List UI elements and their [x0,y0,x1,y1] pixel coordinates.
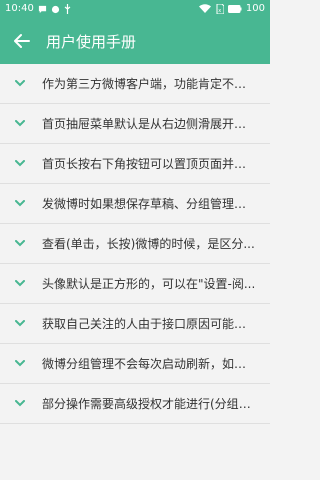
page-title: 用户使用手册 [46,32,137,51]
faq-item[interactable]: 首页长按右下角按钮可以置顶页面并且... [0,144,270,184]
faq-item-label: 部分操作需要高级授权才能进行(分组管... [42,397,256,411]
chevron-down-icon [14,198,26,210]
chevron-down-icon [14,238,26,250]
status-left: 10:40 [5,0,71,18]
status-right: x 100 [198,0,265,18]
status-bar: 10:40 x 100 [0,0,270,18]
faq-item-label: 作为第三方微博客户端，功能肯定不会... [42,77,256,91]
faq-item[interactable]: 作为第三方微博客户端，功能肯定不会... [0,64,270,104]
faq-item[interactable]: 微博分组管理不会每次启动刷新，如果... [0,344,270,384]
faq-item[interactable]: 查看(单击，长按)微博的时候，是区分... [0,224,270,264]
back-arrow-icon [14,34,30,48]
faq-item-label: 首页长按右下角按钮可以置顶页面并且... [42,157,256,171]
faq-item[interactable]: 获取自己关注的人由于接口原因可能显... [0,304,270,344]
svg-text:x: x [218,8,221,14]
chat-bubble-icon [38,5,47,14]
battery-level: 100 [245,3,265,14]
circle-icon [51,5,60,14]
back-button[interactable] [10,29,34,53]
battery-icon [227,5,242,13]
chevron-down-icon [14,398,26,410]
faq-item-label: 头像默认是正方形的，可以在"设置-阅... [42,277,256,291]
faq-item-label: 微博分组管理不会每次启动刷新，如果... [42,357,256,371]
faq-item-label: 发微博时如果想保存草稿、分组管理长... [42,197,256,211]
faq-item[interactable]: 头像默认是正方形的，可以在"设置-阅... [0,264,270,304]
chevron-down-icon [14,78,26,90]
app-toolbar: 用户使用手册 [0,18,270,64]
faq-item-label: 首页抽屉菜单默认是从右边侧滑展开，... [42,117,256,131]
chevron-down-icon [14,118,26,130]
wifi-icon [198,4,211,14]
usb-icon [64,4,71,14]
faq-list: 作为第三方微博客户端，功能肯定不会... 首页抽屉菜单默认是从右边侧滑展开，..… [0,64,270,424]
sim-icon: x [215,4,224,14]
app-root: 10:40 x 100 用户使用手册 作为第三方微博客户端，功能肯定不会... … [0,0,270,480]
faq-item-label: 获取自己关注的人由于接口原因可能显... [42,317,256,331]
status-time: 10:40 [5,3,34,14]
faq-item[interactable]: 部分操作需要高级授权才能进行(分组管... [0,384,270,424]
chevron-down-icon [14,358,26,370]
faq-item[interactable]: 首页抽屉菜单默认是从右边侧滑展开，... [0,104,270,144]
faq-item-label: 查看(单击，长按)微博的时候，是区分... [42,237,255,251]
faq-item[interactable]: 发微博时如果想保存草稿、分组管理长... [0,184,270,224]
chevron-down-icon [14,278,26,290]
chevron-down-icon [14,318,26,330]
chevron-down-icon [14,158,26,170]
